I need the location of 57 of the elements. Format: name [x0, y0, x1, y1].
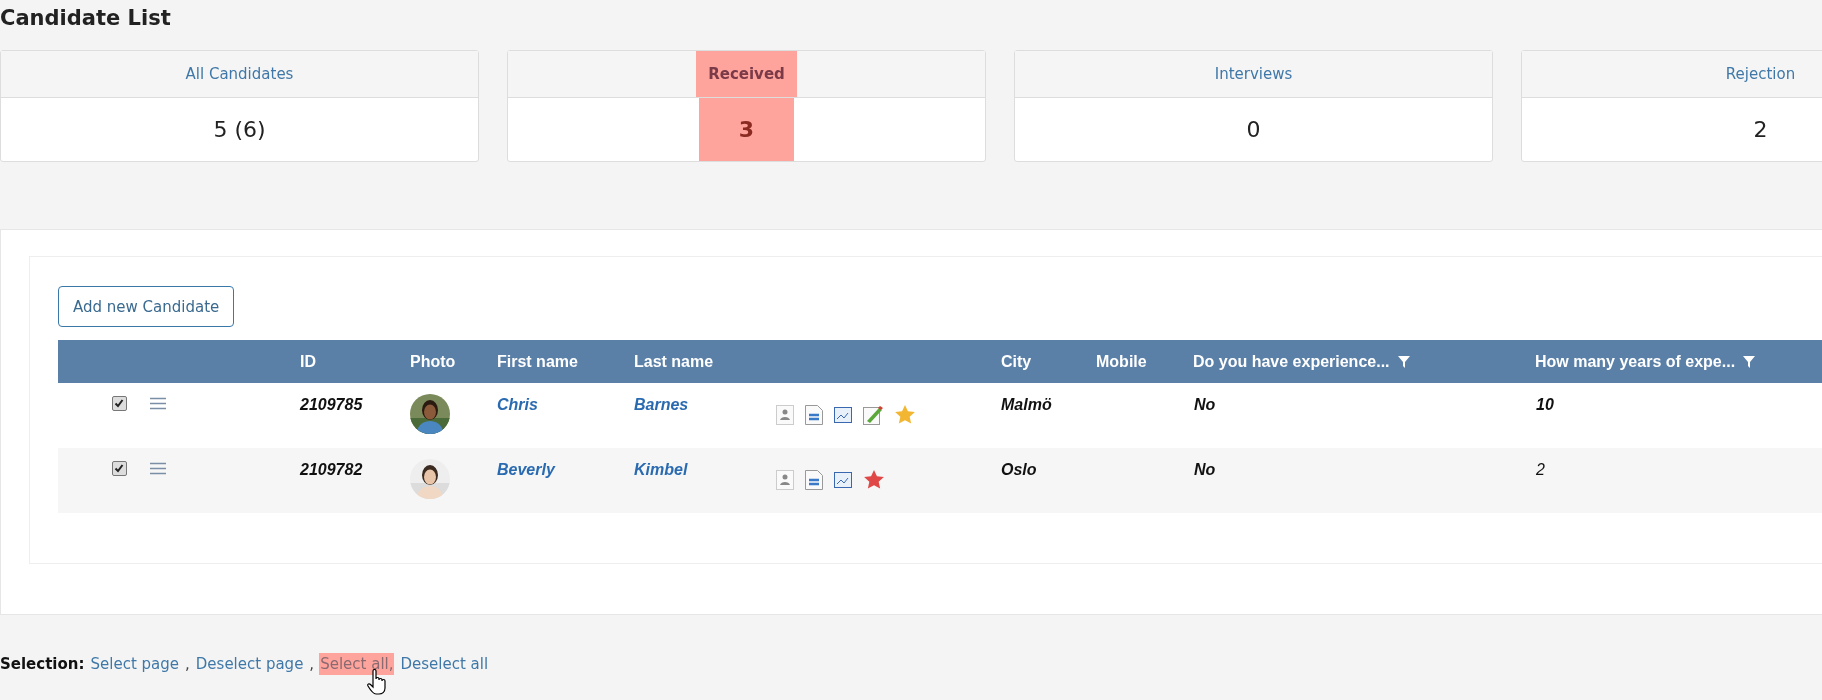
card-label: All Candidates — [184, 64, 295, 85]
add-candidate-button[interactable]: Add new Candidate — [58, 286, 235, 327]
separator-text: , — [185, 655, 190, 673]
stat-card[interactable]: Rejection 2 — [1521, 50, 1822, 162]
stat-card[interactable]: Interviews 0 — [1014, 50, 1493, 162]
card-count: 3 — [698, 98, 795, 161]
column-header[interactable]: How many years of expe... — [1535, 352, 1822, 371]
filter-icon[interactable] — [1397, 355, 1410, 368]
menu-icon[interactable] — [150, 397, 166, 410]
column-header[interactable]: Do you have experience... — [1193, 352, 1535, 371]
column-header[interactable]: ID — [300, 352, 410, 371]
first-name-link[interactable]: Chris — [497, 394, 538, 414]
table-cell-text: 2 — [1536, 460, 1545, 479]
card-label: Interviews — [1213, 64, 1294, 85]
column-header[interactable]: Photo — [410, 352, 497, 371]
row-checkbox[interactable] — [112, 396, 127, 411]
table-cell-text: Oslo — [1001, 460, 1037, 479]
table-cell-text: No — [1194, 395, 1216, 414]
first-name-link[interactable]: Beverly — [497, 459, 555, 479]
star-icon[interactable] — [863, 469, 885, 491]
card-count: 0 — [1245, 116, 1262, 144]
stat-card[interactable]: Received 3 — [507, 50, 986, 162]
cv-icon[interactable] — [805, 405, 823, 425]
table-cell-text: 10 — [1536, 395, 1554, 414]
column-header[interactable]: City — [1001, 352, 1096, 371]
table-cell-text: 2109782 — [300, 460, 363, 479]
table-cell-text: No — [1194, 460, 1216, 479]
profile-icon[interactable] — [776, 405, 794, 425]
selection-link[interactable]: Deselect all — [399, 653, 490, 675]
card-count: 2 — [1752, 116, 1769, 144]
table-cell-text: Malmö — [1001, 395, 1052, 414]
document-icon[interactable] — [834, 405, 852, 425]
profile-icon[interactable] — [776, 470, 794, 490]
column-header[interactable]: First name — [497, 352, 634, 371]
star-icon[interactable] — [894, 404, 916, 426]
column-header[interactable]: Last name — [634, 352, 1001, 371]
last-name-link[interactable]: Barnes — [634, 394, 689, 414]
menu-icon[interactable] — [150, 462, 166, 475]
filter-icon[interactable] — [1743, 355, 1756, 368]
row-checkbox[interactable] — [112, 461, 127, 476]
table-cell-text: 2109785 — [300, 395, 363, 414]
hand-cursor-icon — [367, 669, 387, 695]
document-icon[interactable] — [834, 470, 852, 490]
selection-link[interactable]: Select all, — [319, 653, 395, 675]
card-count: 5 (6) — [212, 116, 267, 144]
card-label: Received — [696, 51, 797, 97]
selection-link[interactable]: Deselect page — [194, 653, 305, 675]
last-name-link[interactable]: Kimbel — [634, 459, 688, 479]
cv-icon[interactable] — [805, 470, 823, 490]
column-header[interactable]: Mobile — [1096, 352, 1193, 371]
page-title: Candidate List — [0, 5, 172, 32]
stat-card[interactable]: All Candidates 5 (6) — [0, 50, 479, 162]
selection-link[interactable]: Select page — [89, 653, 180, 675]
selection-label: Selection: — [0, 655, 85, 673]
edit-icon[interactable] — [863, 405, 883, 425]
card-label: Rejection — [1724, 64, 1797, 85]
separator-text: , — [309, 655, 315, 673]
